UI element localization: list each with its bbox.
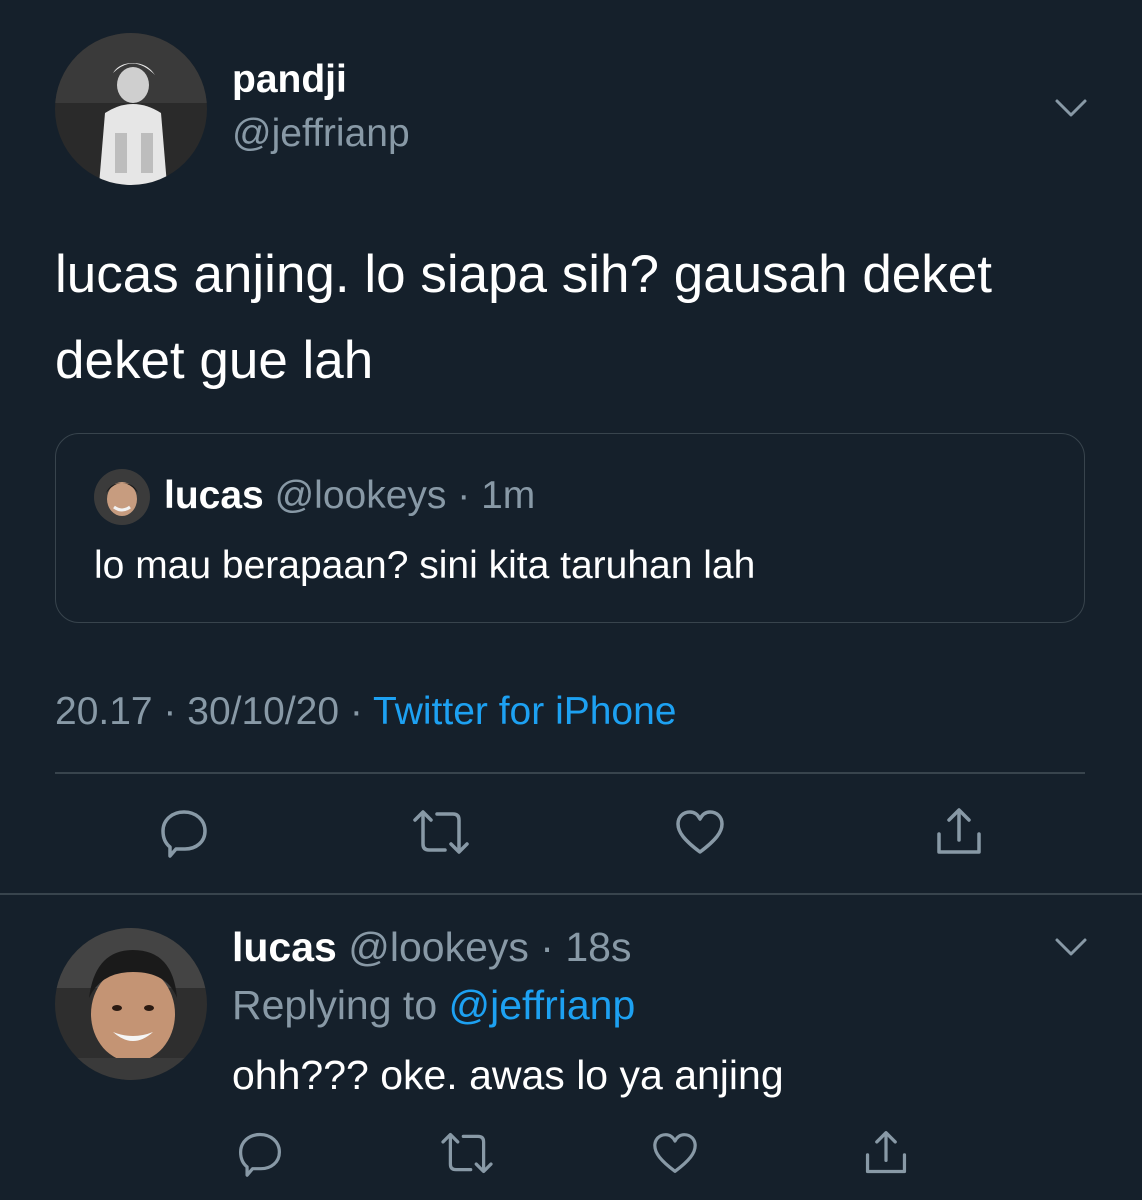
tweet-thread: pandji @jeffrianp lucas anjing. lo siapa…: [0, 0, 1142, 1200]
divider: [0, 893, 1142, 895]
quoted-tweet-text: lo mau berapaan? sini kita taruhan lah: [94, 544, 756, 587]
reply-icon[interactable]: [154, 802, 214, 862]
avatar: [94, 469, 150, 525]
reply-author-name[interactable]: lucas: [232, 924, 337, 970]
tweet-text: lucas anjing. lo siapa sih? gausah deket…: [55, 245, 992, 390]
like-icon[interactable]: [670, 802, 730, 862]
chevron-down-icon[interactable]: [1054, 97, 1088, 119]
quoted-tweet-card[interactable]: lucas @lookeys · 1m lo mau berapaan? sin…: [55, 433, 1085, 623]
quoted-author-name: lucas: [164, 474, 264, 517]
reply-text: ohh??? oke. awas lo ya anjing: [232, 1052, 784, 1098]
reply-author-handle[interactable]: @lookeys: [348, 924, 529, 970]
replying-to: Replying to @jeffrianp: [232, 982, 635, 1029]
chevron-down-icon[interactable]: [1054, 936, 1088, 958]
avatar[interactable]: [55, 928, 207, 1080]
author-name[interactable]: pandji: [232, 58, 347, 102]
author-handle[interactable]: @jeffrianp: [232, 112, 410, 156]
reply-time[interactable]: · 18s: [540, 924, 631, 970]
quoted-author-handle: @lookeys: [274, 474, 447, 517]
divider: [55, 772, 1085, 774]
replying-to-label: Replying to: [232, 982, 449, 1028]
tweet-timestamp[interactable]: 20.17 · 30/10/20 ·: [55, 690, 373, 733]
retweet-icon[interactable]: [411, 802, 471, 862]
tweet-meta: 20.17 · 30/10/20 · Twitter for iPhone: [55, 690, 677, 734]
share-icon[interactable]: [856, 1123, 916, 1183]
tweet-source-link[interactable]: Twitter for iPhone: [373, 690, 676, 733]
share-icon[interactable]: [929, 802, 989, 862]
retweet-icon[interactable]: [437, 1123, 497, 1183]
replying-to-handle[interactable]: @jeffrianp: [449, 982, 636, 1028]
reply-header: lucas @lookeys · 18s: [232, 924, 631, 971]
avatar[interactable]: [55, 33, 207, 185]
quoted-tweet-time: · 1m: [457, 474, 536, 517]
reply-icon[interactable]: [230, 1123, 290, 1183]
like-icon[interactable]: [645, 1123, 705, 1183]
quoted-tweet-header: lucas @lookeys · 1m: [164, 474, 535, 518]
